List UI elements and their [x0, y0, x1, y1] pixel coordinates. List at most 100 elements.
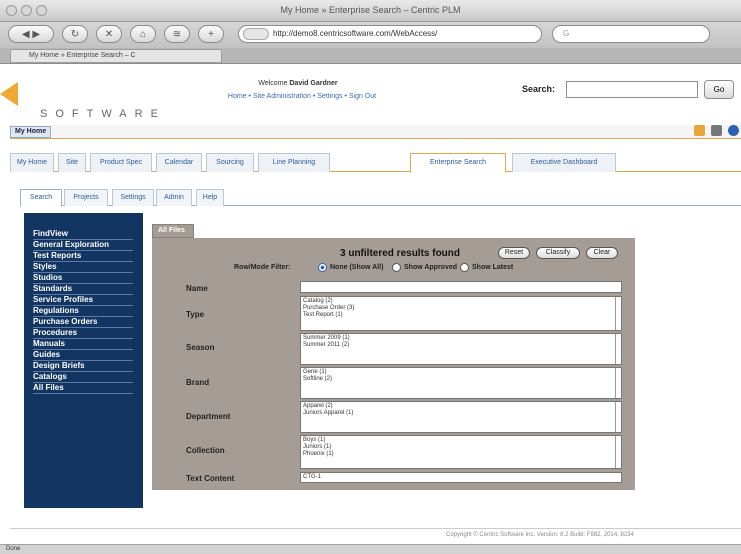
- back-forward-buttons[interactable]: ◀ ▶: [8, 25, 54, 43]
- scrollbar[interactable]: [615, 297, 616, 330]
- window-titlebar: My Home » Enterprise Search – Centric PL…: [0, 0, 741, 22]
- search-input[interactable]: [566, 81, 698, 98]
- list-item[interactable]: Catalog (2): [303, 298, 619, 305]
- classify-button[interactable]: Classify: [536, 247, 580, 259]
- google-icon: G: [563, 29, 570, 38]
- tab-calendar[interactable]: Calendar: [156, 153, 202, 172]
- list-item[interactable]: Phoenix (1): [303, 451, 619, 458]
- browser-tab[interactable]: My Home » Enterprise Search – C: [10, 49, 222, 63]
- list-item[interactable]: Apparel (2): [303, 403, 619, 410]
- type-label: Type: [186, 310, 205, 319]
- season-label: Season: [186, 343, 215, 352]
- sidebar-item-service-profiles[interactable]: Service Profiles: [33, 295, 133, 306]
- sidebar-item-standards[interactable]: Standards: [33, 284, 133, 295]
- tab-line-planning[interactable]: Line Planning: [258, 153, 330, 172]
- home-button[interactable]: ⌂: [130, 25, 156, 43]
- search-label: Search:: [522, 84, 556, 94]
- sidebar-item-styles[interactable]: Styles: [33, 262, 133, 273]
- radio-show-approved[interactable]: [392, 263, 401, 272]
- sidebar-item-guides[interactable]: Guides: [33, 350, 133, 361]
- scrollbar[interactable]: [615, 368, 616, 398]
- department-label: Department: [186, 412, 231, 421]
- department-listbox[interactable]: Apparel (2) Juniors Apparel (1): [300, 401, 622, 433]
- footer-divider: [10, 528, 741, 529]
- name-label: Name: [186, 284, 208, 293]
- season-listbox[interactable]: Summer 2009 (1) Summer 2011 (2): [300, 333, 622, 365]
- tab-admin[interactable]: Admin: [156, 189, 192, 206]
- radio-show-latest[interactable]: [460, 263, 469, 272]
- text-content-input[interactable]: CTG-1: [300, 472, 622, 483]
- sidebar-item-procedures[interactable]: Procedures: [33, 328, 133, 339]
- tab-projects[interactable]: Projects: [64, 189, 108, 206]
- tab-my-home[interactable]: My Home: [10, 153, 54, 172]
- list-item[interactable]: Gene (1): [303, 369, 619, 376]
- tab-sourcing[interactable]: Sourcing: [206, 153, 254, 172]
- tab-settings[interactable]: Settings: [112, 189, 154, 206]
- tab-search[interactable]: Search: [20, 189, 62, 207]
- scrollbar[interactable]: [615, 436, 616, 468]
- list-item[interactable]: Purchase Order (3): [303, 305, 619, 312]
- type-listbox[interactable]: Catalog (2) Purchase Order (3) Test Repo…: [300, 296, 622, 331]
- sidebar-item-all-files[interactable]: All Files: [33, 383, 133, 394]
- tab-executive-dashboard[interactable]: Executive Dashboard: [512, 153, 616, 172]
- tab-all-files[interactable]: All Files: [152, 224, 194, 238]
- help-icon[interactable]: [728, 125, 739, 136]
- list-item[interactable]: Juniors Apparel (1): [303, 410, 619, 417]
- scrollbar[interactable]: [615, 334, 616, 364]
- welcome-line: Welcome David Gardner: [222, 80, 374, 87]
- address-bar[interactable]: http://demo8.centricsoftware.com/WebAcce…: [238, 25, 542, 43]
- radio-label-none: None (Show All): [330, 264, 384, 271]
- site-identity-icon[interactable]: [243, 28, 269, 40]
- reload-button[interactable]: ↻: [62, 25, 88, 43]
- brand-listbox[interactable]: Gene (1) Softline (2): [300, 367, 622, 399]
- footer-text: Copyright © Centric Software Inc. Versio…: [446, 532, 634, 538]
- sidebar-item-purchase-orders[interactable]: Purchase Orders: [33, 317, 133, 328]
- list-item[interactable]: Boys (1): [303, 437, 619, 444]
- scrollbar[interactable]: [615, 402, 616, 432]
- radio-none-show-all[interactable]: [318, 263, 327, 272]
- sidebar-item-test-reports[interactable]: Test Reports: [33, 251, 133, 262]
- go-button[interactable]: Go: [704, 80, 734, 99]
- sidebar-item-manuals[interactable]: Manuals: [33, 339, 133, 350]
- list-item[interactable]: Softline (2): [303, 376, 619, 383]
- sidebar-item-general-exploration[interactable]: General Exploration: [33, 240, 133, 251]
- header-links[interactable]: Home • Site Administration • Settings • …: [222, 93, 382, 100]
- stop-button[interactable]: ✕: [96, 25, 122, 43]
- add-bookmark-button[interactable]: +: [198, 25, 224, 43]
- print-icon[interactable]: [711, 125, 723, 136]
- tab-enterprise-search[interactable]: Enterprise Search: [410, 153, 506, 173]
- page-actions: [691, 125, 739, 139]
- browser-toolbar: ◀ ▶ ↻ ✕ ⌂ ≋ + http://demo8.centricsoftwa…: [0, 22, 741, 48]
- sidebar-item-regulations[interactable]: Regulations: [33, 306, 133, 317]
- list-item[interactable]: Summer 2009 (1): [303, 335, 619, 342]
- breadcrumb[interactable]: My Home: [10, 126, 52, 138]
- sidebar-item-catalogs[interactable]: Catalogs: [33, 372, 133, 383]
- sidebar: FindView General Exploration Test Report…: [24, 213, 143, 508]
- folder-icon[interactable]: [694, 125, 706, 136]
- forward-arrow-icon[interactable]: ▶: [32, 29, 40, 40]
- rss-button[interactable]: ≋: [164, 25, 190, 43]
- list-item[interactable]: Juniors (1): [303, 444, 619, 451]
- browser-tab-title: My Home » Enterprise Search – C: [29, 52, 136, 59]
- browser-tabstrip: My Home » Enterprise Search – C: [0, 48, 741, 64]
- reset-button[interactable]: Reset: [498, 247, 530, 259]
- sidebar-item-studios[interactable]: Studios: [33, 273, 133, 284]
- browser-search-field[interactable]: G: [552, 25, 710, 43]
- stop-icon: ✕: [104, 28, 114, 40]
- back-arrow-icon[interactable]: ◀: [22, 29, 30, 40]
- clear-button[interactable]: Clear: [586, 247, 618, 259]
- name-input[interactable]: [300, 281, 622, 293]
- tab-site[interactable]: Site: [58, 153, 86, 172]
- brand-label: Brand: [186, 378, 210, 387]
- sidebar-item-design-briefs[interactable]: Design Briefs: [33, 361, 133, 372]
- text-content-label: Text Content: [186, 474, 235, 483]
- filter-label: Row/Mode Filter:: [234, 264, 291, 271]
- list-item[interactable]: Test Report (1): [303, 312, 619, 319]
- tab-help[interactable]: Help: [196, 189, 224, 206]
- tab-product-spec[interactable]: Product Spec: [90, 153, 152, 172]
- site-header: SOFTWARE Welcome David Gardner Home • Si…: [0, 64, 741, 124]
- logo-arrow-icon: [0, 82, 18, 106]
- sidebar-item-findview[interactable]: FindView: [33, 229, 133, 240]
- list-item[interactable]: Summer 2011 (2): [303, 342, 619, 349]
- collection-listbox[interactable]: Boys (1) Juniors (1) Phoenix (1): [300, 435, 622, 469]
